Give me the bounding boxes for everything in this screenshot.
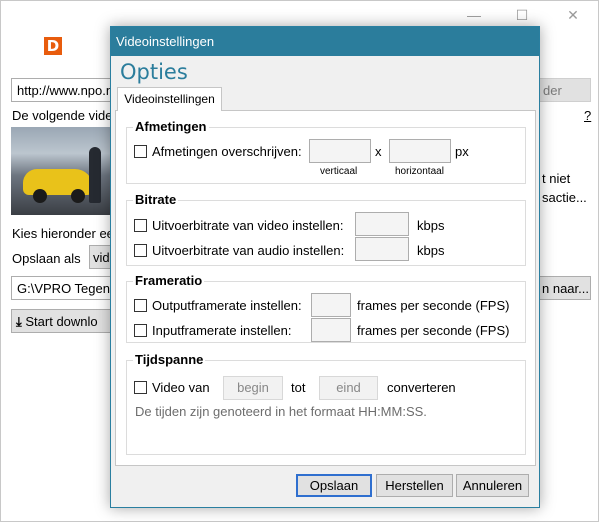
- override-dimensions-checkbox[interactable]: [134, 145, 147, 158]
- video-thumbnail: [11, 127, 111, 215]
- status-text-line2: sactie...: [542, 190, 587, 205]
- audio-bitrate-label: Uitvoerbitrate van audio instellen:: [152, 243, 345, 258]
- video-bitrate-unit: kbps: [417, 218, 445, 233]
- audio-bitrate-unit: kbps: [417, 243, 445, 258]
- framerate-group: Frameratio Outputframerate instellen: fr…: [126, 273, 526, 343]
- browse-button[interactable]: n naar...: [539, 276, 591, 300]
- override-dimensions-label: Afmetingen overschrijven:: [152, 144, 302, 159]
- input-framerate-unit: frames per seconde (FPS): [357, 323, 510, 338]
- download-icon: ⤓: [16, 314, 22, 329]
- timespan-checkbox[interactable]: [134, 381, 147, 394]
- tab-videoinstellingen[interactable]: Videoinstellingen: [117, 87, 222, 111]
- video-bitrate-input[interactable]: [355, 212, 409, 236]
- input-framerate-checkbox[interactable]: [134, 324, 147, 337]
- video-from-label: Video van: [152, 380, 210, 395]
- save-path-input[interactable]: G:\VPRO Tegenli: [11, 276, 121, 300]
- reset-button[interactable]: Herstellen: [376, 474, 453, 497]
- video-bitrate-checkbox[interactable]: [134, 219, 147, 232]
- input-framerate-input[interactable]: [311, 318, 351, 342]
- time-format-note: De tijden zijn genoteerd in het formaat …: [135, 404, 427, 419]
- horizontal-label: horizontaal: [395, 166, 444, 177]
- following-video-text: De volgende vide: [12, 108, 113, 123]
- tab-panel: Afmetingen Afmetingen overschrijven: x p…: [115, 110, 536, 466]
- dimensions-title: Afmetingen: [133, 119, 209, 134]
- save-as-label: Opslaan als: [12, 251, 81, 266]
- minimize-icon[interactable]: —: [459, 5, 489, 25]
- horizontal-input[interactable]: [389, 139, 451, 163]
- help-link[interactable]: ?: [584, 108, 591, 123]
- vertical-input[interactable]: [309, 139, 371, 163]
- dialog-title: Videoinstellingen: [111, 27, 539, 56]
- output-framerate-unit: frames per seconde (FPS): [357, 298, 510, 313]
- dimensions-group: Afmetingen Afmetingen overschrijven: x p…: [126, 119, 526, 184]
- begin-time-input[interactable]: begin: [223, 376, 283, 400]
- timespan-group: Tijdspanne Video van begin tot eind conv…: [126, 352, 526, 455]
- video-settings-dialog: Videoinstellingen Opties Videoinstelling…: [110, 26, 540, 508]
- choose-quality-text: Kies hieronder ee: [12, 226, 114, 241]
- pixel-unit: px: [455, 144, 469, 159]
- dimension-separator: x: [375, 144, 382, 159]
- download-info-button[interactable]: der: [539, 78, 591, 102]
- vertical-label: verticaal: [320, 166, 358, 177]
- bitrate-group: Bitrate Uitvoerbitrate van video instell…: [126, 192, 526, 266]
- cancel-button[interactable]: Annuleren: [456, 474, 529, 497]
- output-framerate-checkbox[interactable]: [134, 299, 147, 312]
- app-logo: D: [44, 37, 62, 55]
- convert-label: converteren: [387, 380, 456, 395]
- output-framerate-input[interactable]: [311, 293, 351, 317]
- framerate-title: Frameratio: [133, 273, 205, 288]
- start-download-label: Start downlo: [25, 314, 98, 329]
- status-text-line1: t niet: [542, 171, 571, 186]
- bitrate-title: Bitrate: [133, 192, 179, 207]
- input-framerate-label: Inputframerate instellen:: [152, 323, 292, 338]
- to-label: tot: [291, 380, 306, 395]
- video-bitrate-label: Uitvoerbitrate van video instellen:: [152, 218, 344, 233]
- maximize-icon[interactable]: ☐: [507, 5, 537, 25]
- output-framerate-label: Outputframerate instellen:: [152, 298, 302, 313]
- timespan-title: Tijdspanne: [133, 352, 206, 367]
- url-input[interactable]: http://www.npo.n: [11, 78, 121, 102]
- start-download-button[interactable]: ⤓ Start downlo: [11, 309, 121, 333]
- save-button[interactable]: Opslaan: [296, 474, 372, 497]
- close-icon[interactable]: ✕: [558, 5, 588, 25]
- end-time-input[interactable]: eind: [319, 376, 378, 400]
- audio-bitrate-input[interactable]: [355, 237, 409, 261]
- dialog-heading: Opties: [120, 60, 188, 84]
- audio-bitrate-checkbox[interactable]: [134, 244, 147, 257]
